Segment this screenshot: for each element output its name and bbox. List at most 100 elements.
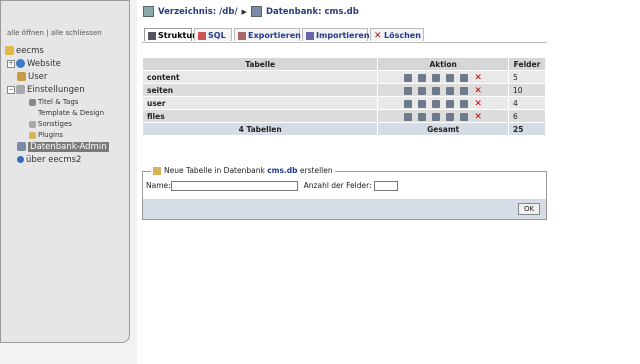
import-icon bbox=[306, 31, 314, 40]
action-icons: ✕ bbox=[377, 96, 509, 110]
tree-item-website[interactable]: + Website bbox=[5, 58, 129, 71]
tree-item-label: Datenbank-Admin bbox=[28, 142, 109, 152]
user-icon bbox=[17, 72, 26, 81]
database-icon bbox=[250, 6, 262, 17]
tree-item-label: Template & Design bbox=[38, 109, 105, 117]
table-row: content ✕ 5 bbox=[141, 70, 546, 84]
insert-icon[interactable] bbox=[446, 86, 455, 95]
tab-sql[interactable]: SQL bbox=[194, 28, 232, 41]
ok-button[interactable]: OK bbox=[518, 203, 540, 215]
table-row: user ✕ 4 bbox=[141, 96, 546, 110]
breadcrumb-database[interactable]: Datenbank: cms.db bbox=[266, 7, 359, 17]
legend-suffix: erstellen bbox=[299, 166, 333, 175]
settings-folder-icon bbox=[16, 85, 25, 94]
breadcrumb-arrow-icon: ▶ bbox=[241, 8, 247, 16]
new-table-icon bbox=[153, 167, 161, 175]
total-fields: 25 bbox=[508, 122, 546, 136]
structure-icon[interactable] bbox=[418, 112, 427, 121]
empty-icon[interactable] bbox=[460, 99, 469, 108]
new-table-form: Name: Anzahl der Felder: bbox=[146, 181, 398, 191]
tree-item-titel-tags[interactable]: Titel & Tags bbox=[5, 97, 129, 108]
expand-icon[interactable]: + bbox=[7, 59, 15, 68]
field-count: 5 bbox=[508, 70, 546, 84]
empty-icon[interactable] bbox=[460, 73, 469, 82]
collapse-icon[interactable]: − bbox=[7, 85, 15, 94]
insert-icon[interactable] bbox=[446, 112, 455, 121]
fields-count-label: Anzahl der Felder: bbox=[303, 181, 372, 190]
tree-item-about[interactable]: über eecms2 bbox=[5, 154, 129, 167]
tree-item-datenbank-admin[interactable]: Datenbank-Admin bbox=[5, 141, 129, 154]
table-name-input[interactable] bbox=[170, 181, 298, 191]
drop-icon[interactable]: ✕ bbox=[474, 99, 482, 108]
search-icon[interactable] bbox=[432, 99, 441, 108]
action-icons: ✕ bbox=[377, 70, 509, 84]
tree-item-sonstiges[interactable]: Sonstiges bbox=[5, 119, 129, 130]
table-name[interactable]: files bbox=[141, 109, 379, 123]
tree-item-plugins[interactable]: Plugins bbox=[5, 130, 129, 141]
legend-db-name: cms.db bbox=[267, 166, 298, 175]
toggle-divider: | bbox=[46, 29, 49, 37]
column-header-action: Aktion bbox=[377, 57, 509, 71]
tree-item-label: über eecms2 bbox=[26, 155, 82, 165]
search-icon[interactable] bbox=[432, 73, 441, 82]
structure-icon[interactable] bbox=[418, 86, 427, 95]
drop-icon[interactable]: ✕ bbox=[474, 73, 482, 82]
tab-label: SQL bbox=[208, 31, 226, 40]
field-count: 6 bbox=[508, 109, 546, 123]
tree-toggle-links: alle öffnen | alle schliessen bbox=[7, 29, 102, 37]
open-all-link[interactable]: alle öffnen bbox=[7, 29, 44, 37]
insert-icon[interactable] bbox=[446, 73, 455, 82]
tree-item-label: Plugins bbox=[38, 131, 64, 139]
breadcrumb-directory[interactable]: Verzeichnis: /db/ bbox=[158, 7, 238, 17]
tree-root[interactable]: eecms bbox=[5, 45, 129, 58]
table-count: 4 Tabellen bbox=[141, 122, 379, 136]
name-label: Name: bbox=[146, 181, 171, 190]
tab-label: Löschen bbox=[384, 31, 421, 40]
table-header-row: Tabelle Aktion Felder bbox=[141, 57, 546, 71]
browse-icon[interactable] bbox=[404, 86, 413, 95]
action-icons: ✕ bbox=[377, 109, 509, 123]
tree-item-einstellungen[interactable]: − Einstellungen bbox=[5, 84, 129, 97]
column-header-table: Tabelle bbox=[141, 57, 379, 71]
tab-loeschen[interactable]: ✕ Löschen bbox=[370, 28, 424, 41]
globe-icon bbox=[16, 59, 25, 68]
fields-count-input[interactable] bbox=[373, 181, 398, 191]
total-label: Gesamt bbox=[377, 122, 509, 136]
new-table-legend: Neue Tabelle in Datenbank cms.db erstell… bbox=[151, 166, 335, 175]
legend-prefix: Neue Tabelle in Datenbank bbox=[164, 166, 265, 175]
browse-icon[interactable] bbox=[404, 112, 413, 121]
folder-icon bbox=[5, 46, 14, 55]
table-name[interactable]: user bbox=[141, 96, 379, 110]
insert-icon[interactable] bbox=[446, 99, 455, 108]
sql-icon bbox=[198, 31, 206, 40]
search-icon[interactable] bbox=[432, 86, 441, 95]
tree-item-template-design[interactable]: Template & Design bbox=[5, 108, 129, 119]
browse-icon[interactable] bbox=[404, 73, 413, 82]
tab-struktur[interactable]: Struktur bbox=[144, 28, 196, 41]
sidebar: alle öffnen | alle schliessen eecms + Web… bbox=[0, 0, 130, 343]
delete-icon: ✕ bbox=[374, 30, 382, 41]
field-count: 4 bbox=[508, 96, 546, 110]
close-all-link[interactable]: alle schliessen bbox=[51, 29, 102, 37]
drop-icon[interactable]: ✕ bbox=[474, 86, 482, 95]
tree-item-label: Sonstiges bbox=[38, 120, 72, 128]
tab-label: Struktur bbox=[158, 31, 197, 40]
new-table-panel: Neue Tabelle in Datenbank cms.db erstell… bbox=[142, 166, 547, 220]
tab-exportieren[interactable]: Exportieren bbox=[234, 28, 301, 41]
database-icon bbox=[17, 142, 26, 151]
structure-icon[interactable] bbox=[418, 99, 427, 108]
empty-icon[interactable] bbox=[460, 86, 469, 95]
tree-item-label: Einstellungen bbox=[27, 85, 85, 95]
empty-icon[interactable] bbox=[460, 112, 469, 121]
info-icon bbox=[17, 156, 24, 163]
browse-icon[interactable] bbox=[404, 99, 413, 108]
table-name[interactable]: seiten bbox=[141, 83, 379, 97]
drop-icon[interactable]: ✕ bbox=[474, 112, 482, 121]
search-icon[interactable] bbox=[432, 112, 441, 121]
tab-importieren[interactable]: Importieren bbox=[302, 28, 370, 41]
tab-divider bbox=[142, 42, 547, 43]
structure-icon[interactable] bbox=[418, 73, 427, 82]
table-name[interactable]: content bbox=[141, 70, 379, 84]
folder-icon bbox=[143, 6, 154, 17]
tree-item-user[interactable]: User bbox=[5, 71, 129, 84]
